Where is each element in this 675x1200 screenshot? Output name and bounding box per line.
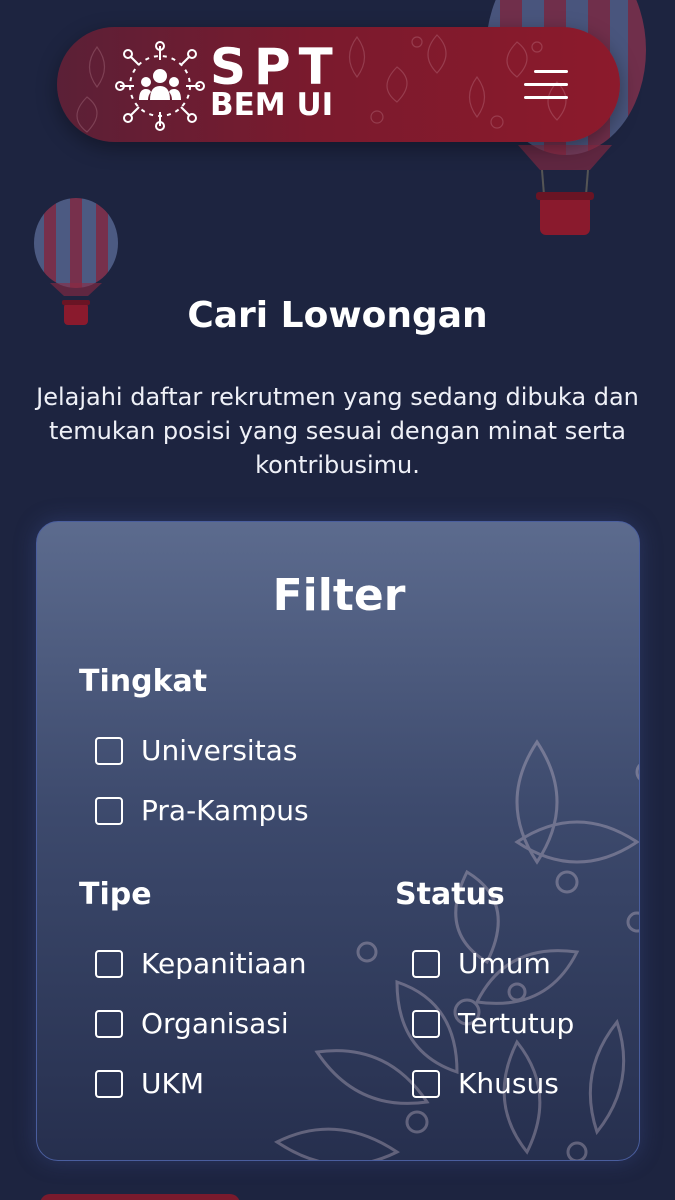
tingkat-label: Tingkat	[79, 664, 208, 699]
checkbox-label: Universitas	[141, 734, 298, 767]
checkbox-label: Umum	[458, 947, 551, 980]
status-label: Status	[395, 877, 505, 912]
tipe-label: Tipe	[79, 877, 152, 912]
filter-option-organisasi[interactable]: Organisasi	[95, 1007, 289, 1040]
checkbox-label: Tertutup	[458, 1007, 575, 1040]
people-network-icon	[115, 41, 205, 131]
checkbox[interactable]	[95, 1009, 123, 1038]
checkbox-label: Kepanitiaan	[141, 947, 307, 980]
checkbox[interactable]	[412, 1009, 440, 1038]
checkbox[interactable]	[412, 1069, 440, 1098]
filter-option-pra-kampus[interactable]: Pra-Kampus	[95, 794, 309, 827]
checkbox[interactable]	[412, 949, 440, 978]
checkbox-label: UKM	[141, 1067, 205, 1100]
next-section-edge	[40, 1194, 240, 1200]
filter-title: Filter	[272, 570, 406, 621]
filter-option-universitas[interactable]: Universitas	[95, 734, 297, 767]
checkbox[interactable]	[95, 949, 123, 978]
checkbox-label: Organisasi	[141, 1007, 289, 1040]
checkbox-label: Pra-Kampus	[141, 794, 309, 827]
filter-card: Filter Tingkat Universitas Pra-Kampus Ti…	[36, 521, 640, 1161]
hamburger-menu-icon	[524, 83, 568, 86]
logo-title: SPT	[210, 38, 341, 96]
filter-option-kepanitiaan[interactable]: Kepanitiaan	[95, 947, 306, 980]
filter-option-umum[interactable]: Umum	[412, 947, 551, 980]
page-title: Cari Lowongan	[187, 295, 488, 336]
hamburger-menu-button[interactable]	[520, 68, 568, 104]
filter-option-khusus[interactable]: Khusus	[412, 1067, 559, 1100]
filter-option-tertutup[interactable]: Tertutup	[412, 1007, 574, 1040]
checkbox-label: Khusus	[458, 1067, 559, 1100]
page-description: Jelajahi daftar rekrutmen yang sedang di…	[36, 383, 639, 479]
filter-option-ukm[interactable]: UKM	[95, 1067, 204, 1100]
checkbox[interactable]	[95, 1069, 123, 1098]
logo[interactable]	[114, 40, 206, 132]
hamburger-menu-icon	[534, 70, 568, 73]
hamburger-menu-icon	[524, 96, 568, 99]
checkbox[interactable]	[95, 736, 123, 765]
logo-subtitle: BEM UI	[210, 87, 334, 123]
checkbox[interactable]	[95, 796, 123, 825]
